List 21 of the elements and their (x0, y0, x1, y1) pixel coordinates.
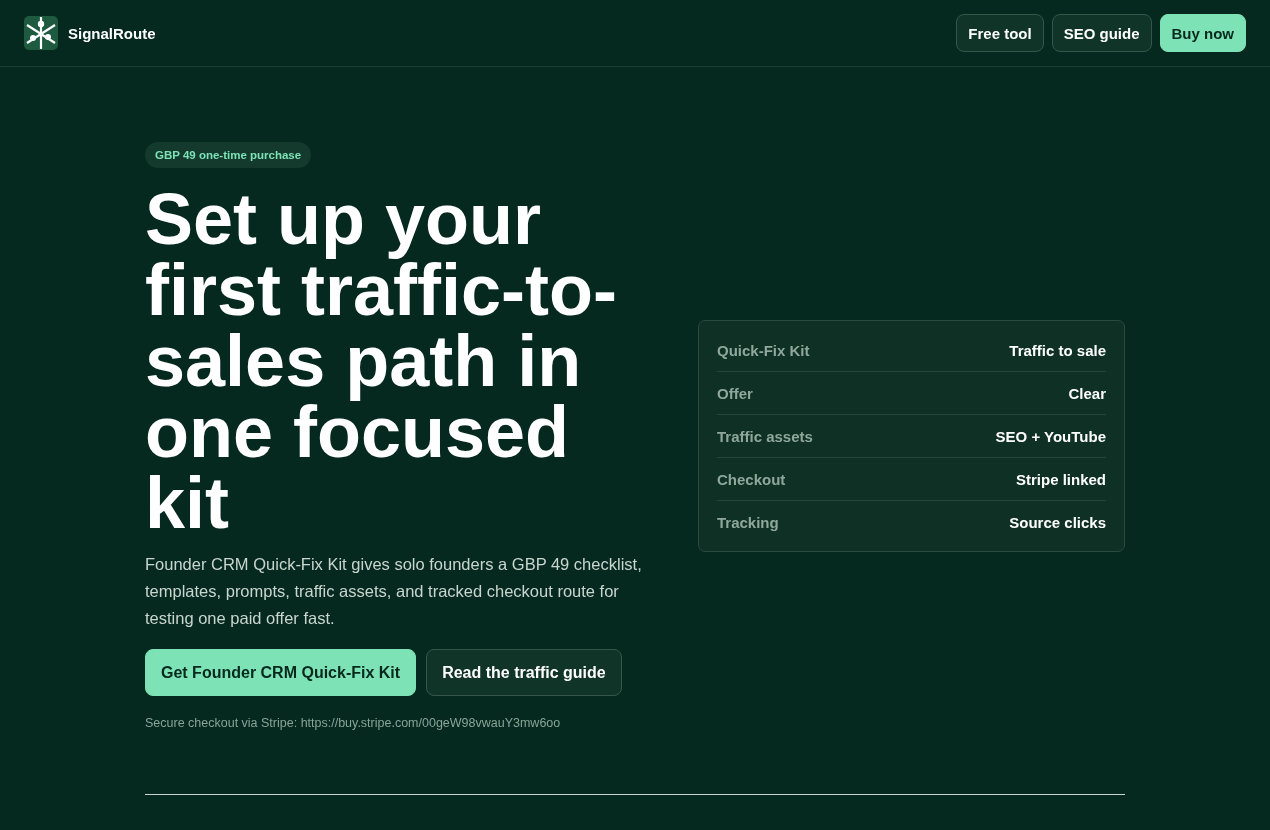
nav-button[interactable]: SEO guide (1051, 14, 1152, 52)
row-label: Offer (717, 384, 753, 402)
checkout-note: Secure checkout via Stripe: https://buy.stripe.com/00geW98vwauY3mw6oo (145, 716, 561, 730)
row-value: SEO + YouTube (995, 427, 1106, 445)
row-value: Stripe linked (1015, 470, 1106, 488)
cta-button[interactable]: Read the traffic guide (426, 649, 622, 696)
row-value: Clear (1068, 384, 1106, 402)
row-label: Quick-Fix Kit (717, 341, 810, 359)
nav-button[interactable]: Buy now (1159, 14, 1246, 52)
brand-name: SignalRoute (68, 24, 156, 42)
price-badge: GBP 49 one-time purchase (145, 142, 312, 168)
nav-button[interactable]: Free tool (956, 14, 1044, 52)
row-value: Traffic to sale (1009, 341, 1106, 359)
row-label: Checkout (717, 470, 786, 488)
row-label: Tracking (717, 513, 779, 531)
row-label: Traffic assets (717, 427, 813, 445)
logo-icon (24, 16, 58, 50)
cta-button[interactable]: Get Founder CRM Quick-Fix Kit (145, 649, 417, 696)
row-value: Source clicks (1009, 513, 1106, 531)
hero-description: Founder CRM Quick-Fix Kit gives solo founders a GBP 49 checklist, templates, prompts, traffic assets, and tracked checkout route for testing one paid offer fast. (145, 554, 643, 629)
hero-heading: Set up your first traffic-to-sales path in one focused kit (145, 184, 618, 539)
